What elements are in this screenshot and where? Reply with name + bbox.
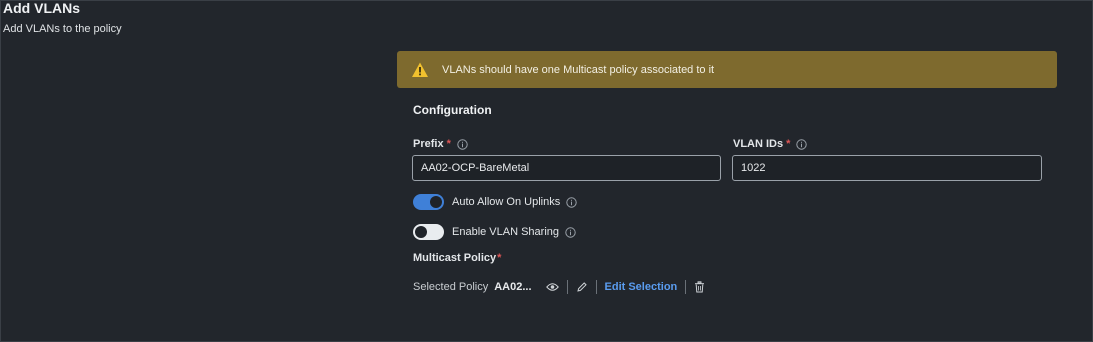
vlan-ids-input[interactable] xyxy=(732,155,1042,181)
view-eye-icon[interactable] xyxy=(545,282,559,292)
divider xyxy=(685,280,687,294)
divider xyxy=(595,280,597,294)
warning-text: VLANs should have one Multicast policy a… xyxy=(442,63,715,76)
configuration-title: Configuration xyxy=(413,103,492,117)
required-marker: * xyxy=(497,252,502,264)
vlan-sharing-row: Enable VLAN Sharing xyxy=(413,224,576,240)
trash-icon[interactable] xyxy=(694,281,705,293)
required-marker: * xyxy=(786,138,791,150)
prefix-input[interactable] xyxy=(412,155,721,181)
auto-allow-row: Auto Allow On Uplinks xyxy=(413,194,577,210)
info-icon[interactable] xyxy=(566,196,577,208)
prefix-label-text: Prefix xyxy=(413,138,444,150)
page-subtitle: Add VLANs to the policy xyxy=(3,23,122,35)
info-icon[interactable] xyxy=(565,226,576,238)
multicast-policy-title: Multicast Policy* xyxy=(413,252,501,264)
auto-allow-label: Auto Allow On Uplinks xyxy=(452,196,561,208)
auto-allow-toggle[interactable] xyxy=(413,194,444,210)
vlan-sharing-label: Enable VLAN Sharing xyxy=(452,226,560,238)
divider xyxy=(566,280,568,294)
vlan-sharing-toggle[interactable] xyxy=(413,224,444,240)
edit-selection-link[interactable]: Edit Selection xyxy=(605,281,678,293)
required-marker: * xyxy=(446,138,451,150)
info-icon[interactable] xyxy=(796,138,808,150)
vlan-ids-label: VLAN IDs * xyxy=(733,138,808,150)
prefix-label: Prefix * xyxy=(413,138,468,150)
toggle-knob xyxy=(415,226,427,238)
multicast-policy-title-text: Multicast Policy xyxy=(413,252,497,264)
warning-banner: VLANs should have one Multicast policy a… xyxy=(397,51,1057,88)
selected-policy-label: Selected Policy xyxy=(413,281,489,293)
toggle-knob xyxy=(430,196,442,208)
vlan-ids-label-text: VLAN IDs xyxy=(733,138,784,150)
page-title: Add VLANs xyxy=(3,0,80,16)
edit-pencil-icon[interactable] xyxy=(576,281,588,293)
selected-policy-row: Selected Policy AA02... Edit Selection xyxy=(413,279,705,295)
selected-policy-value: AA02... xyxy=(494,281,532,293)
info-icon[interactable] xyxy=(457,138,468,150)
warning-triangle-icon xyxy=(411,61,429,79)
